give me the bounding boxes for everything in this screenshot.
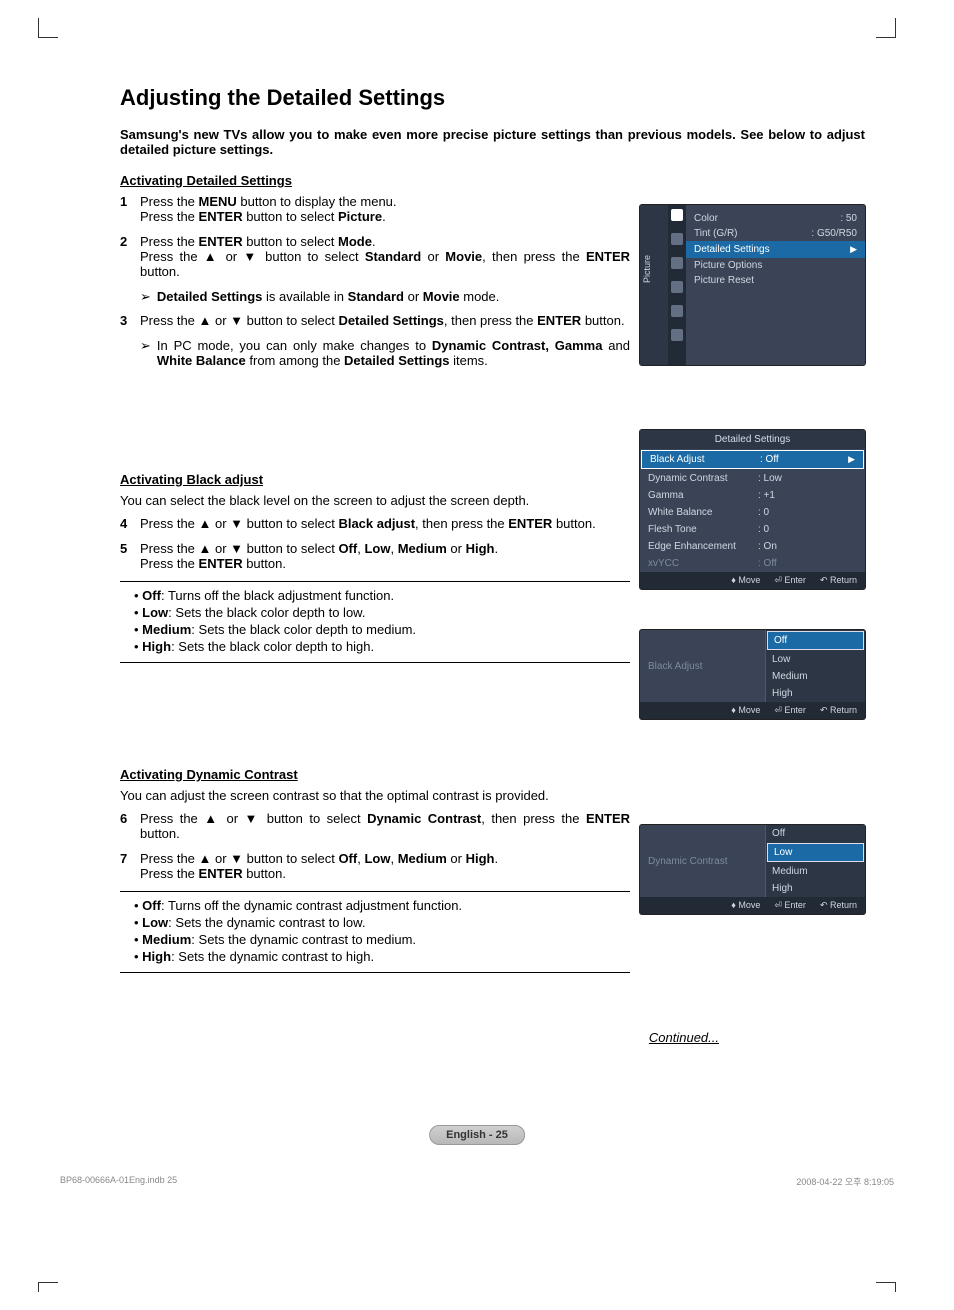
osd-row: xvYCC: Off (640, 555, 865, 572)
osd-row: Black Adjust: Off▶ (641, 450, 864, 469)
osd-dynamic-contrast: Dynamic Contrast OffLowMediumHigh ♦ Move… (640, 825, 865, 914)
osd-row: Gamma: +1 (640, 487, 865, 504)
section3-desc: You can adjust the screen contrast so th… (120, 788, 630, 803)
osd-option: Low (767, 843, 864, 862)
section2-heading: Activating Black adjust (120, 472, 630, 487)
sound-icon (671, 233, 683, 245)
page-number-pill: English - 25 (429, 1125, 525, 1145)
section2-desc: You can select the black level on the sc… (120, 493, 630, 508)
step-7: 7 Press the ▲ or ▼ button to select Off,… (120, 851, 630, 881)
step-4: 4 Press the ▲ or ▼ button to select Blac… (120, 516, 630, 531)
move-hint: ♦ Move (731, 575, 760, 586)
osd-row: Edge Enhancement: On (640, 538, 865, 555)
osd-option: Medium (766, 668, 865, 685)
intro-text: Samsung's new TVs allow you to make even… (120, 127, 865, 157)
step-3: 3 Press the ▲ or ▼ button to select Deta… (120, 313, 630, 328)
osd-option: High (766, 685, 865, 702)
osd-detailed-settings: Detailed Settings Black Adjust: Off▶Dyna… (640, 430, 865, 589)
step-1: 1 Press the MENU button to display the m… (120, 194, 630, 224)
osd-black-adjust: Black Adjust OffLowMediumHigh ♦ Move ⏎ E… (640, 630, 865, 719)
osd-option: Off (766, 825, 865, 842)
page-title: Adjusting the Detailed Settings (120, 85, 865, 111)
osd-detailed-settings-row: Detailed Settings▶ (686, 241, 865, 258)
footer-left: BP68-00666A-01Eng.indb 25 (60, 1175, 177, 1185)
section3-heading: Activating Dynamic Contrast (120, 767, 630, 782)
osd-option: Off (767, 631, 864, 650)
setup-icon (671, 281, 683, 293)
picture-icon (671, 209, 683, 221)
enter-hint: ⏎ Enter (774, 575, 806, 586)
step-5: 5 Press the ▲ or ▼ button to select Off,… (120, 541, 630, 571)
note-1: ➢ Detailed Settings is available in Stan… (140, 289, 630, 305)
osd-option: High (766, 880, 865, 897)
continued-label: Continued... (649, 1030, 719, 1045)
step-6: 6 Press the ▲ or ▼ button to select Dyna… (120, 811, 630, 841)
input-icon (671, 305, 683, 317)
osd-option: Low (766, 651, 865, 668)
note-2: ➢ In PC mode, you can only make changes … (140, 338, 630, 368)
return-hint: ↶ Return (820, 575, 857, 586)
osd-row: Dynamic Contrast: Low (640, 470, 865, 487)
channel-icon (671, 257, 683, 269)
osd-row: White Balance: 0 (640, 504, 865, 521)
osd-picture-menu: Picture Color: 50 Tint (G/R): G50/R50 De… (640, 205, 865, 365)
step-2: 2 Press the ENTER button to select Mode.… (120, 234, 630, 279)
footer-right: 2008-04-22 오후 8:19:05 (796, 1175, 894, 1188)
section1-heading: Activating Detailed Settings (120, 173, 630, 188)
black-adjust-options-box: • Off: Turns off the black adjustment fu… (120, 581, 630, 663)
dynamic-contrast-options-box: • Off: Turns off the dynamic contrast ad… (120, 891, 630, 973)
osd-row: Flesh Tone: 0 (640, 521, 865, 538)
osd-option: Medium (766, 863, 865, 880)
application-icon (671, 329, 683, 341)
